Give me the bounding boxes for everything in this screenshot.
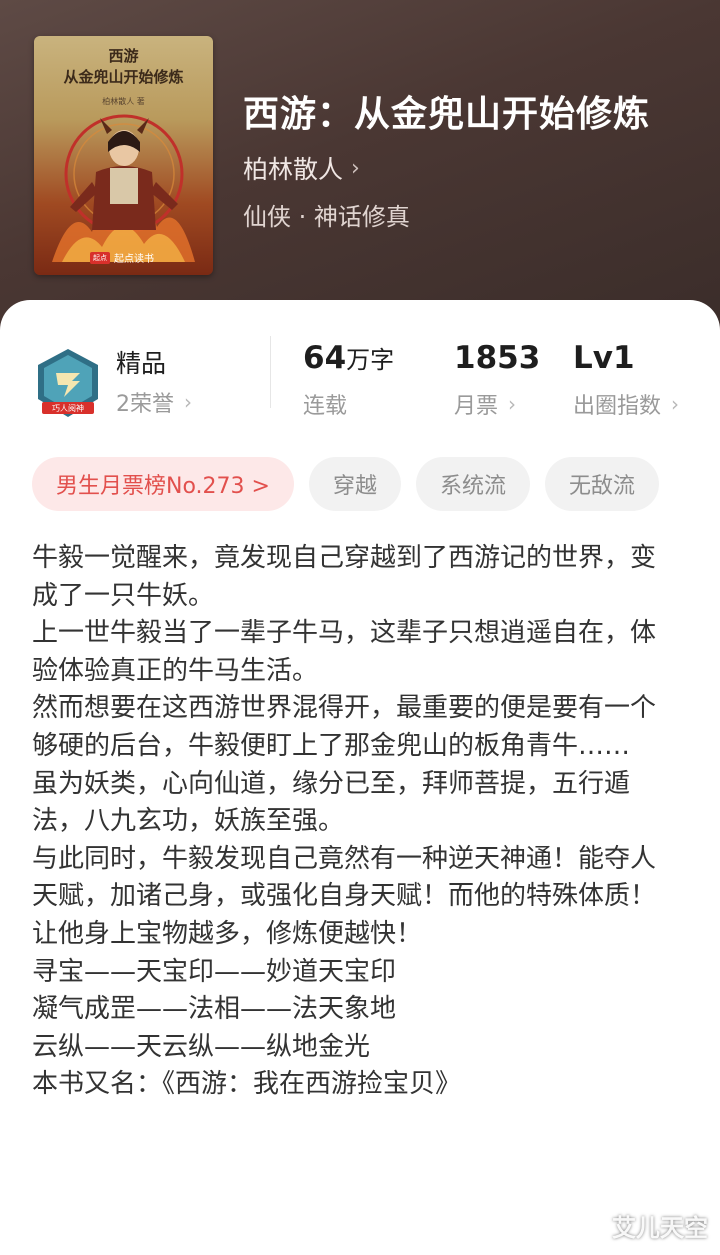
chevron-right-icon: › bbox=[671, 392, 680, 416]
chevron-right-icon: › bbox=[351, 155, 360, 181]
word-count: 64万字 bbox=[303, 340, 394, 376]
tag-row: 男生月票榜No.273 > 穿越 系统流 无敌流 bbox=[32, 457, 659, 511]
synopsis: 牛毅一觉醒来，竟发现自己穿越到了西游记的世界，变成了一只牛妖。 上一世牛毅当了一… bbox=[32, 540, 672, 1104]
synopsis-paragraph: 寻宝——天宝印——妙道天宝印 bbox=[32, 956, 397, 987]
book-header: 西游 从金兜山开始修炼 柏林散人 著 起点 起点读书 西游：从金兜山开始修炼 柏… bbox=[0, 0, 720, 330]
cover-author: 柏林散人 著 bbox=[102, 97, 145, 106]
synopsis-paragraph: 上一世牛毅当了一辈子牛马，这辈子只想逍遥自在，体验体验真正的牛马生活。 bbox=[32, 618, 657, 686]
author-name: 柏林散人 bbox=[243, 155, 344, 184]
stats-divider bbox=[270, 336, 271, 408]
tag-chip[interactable]: 穿越 bbox=[308, 457, 401, 511]
synopsis-paragraph: 凝气成罡——法相——法天象地 bbox=[32, 994, 397, 1025]
word-count-unit: 万字 bbox=[346, 346, 395, 374]
cover-illustration bbox=[52, 114, 195, 262]
synopsis-paragraph: 云纵——天云纵——纵地金光 bbox=[32, 1031, 371, 1062]
serial-status: 连载 bbox=[303, 394, 348, 419]
chevron-right-icon: › bbox=[184, 390, 192, 414]
monthly-votes-value: 1853 bbox=[454, 340, 541, 376]
honors-link[interactable]: 2荣誉 › bbox=[116, 386, 192, 418]
synopsis-paragraph: 虽为妖类，心向仙道，缘分已至，拜师菩提，五行遁法，八九玄功，妖族至强。 bbox=[32, 768, 631, 837]
popularity-level-value: Lv1 bbox=[573, 340, 635, 376]
monthly-votes-link[interactable]: 月票 › bbox=[454, 388, 516, 420]
synopsis-paragraph: 本书又名：《西游：我在西游捡宝贝》 bbox=[32, 1069, 462, 1100]
synopsis-paragraph: 与此同时，牛毅发现自己竟然有一种逆天神通！能夺人天赋，加诸己身，或强化自身天赋！… bbox=[32, 843, 657, 949]
author-link[interactable]: 柏林散人 › bbox=[243, 150, 360, 186]
synopsis-paragraph: 牛毅一觉醒来，竟发现自己穿越到了西游记的世界，变成了一只牛妖。 bbox=[32, 543, 657, 611]
chevron-right-icon: › bbox=[508, 392, 517, 416]
book-detail-card: 巧人阅神 精品 2荣誉 › 64万字 连载 1853 月票 › Lv1 出圈指数… bbox=[0, 300, 720, 1255]
stats-row: 巧人阅神 精品 2荣誉 › 64万字 连载 1853 月票 › Lv1 出圈指数… bbox=[0, 300, 720, 440]
cover-brand-name: 起点读书 bbox=[114, 254, 154, 265]
quality-label: 精品 bbox=[116, 349, 167, 378]
watermark: 艾儿天空 bbox=[612, 1214, 708, 1242]
monthly-votes: 1853 bbox=[454, 340, 540, 376]
popularity-index-label: 出圈指数 bbox=[573, 394, 662, 419]
tag-chip[interactable]: 无敌流 bbox=[544, 457, 659, 511]
word-count-value: 64 bbox=[303, 340, 347, 376]
cover-title-line1: 西游 bbox=[108, 47, 139, 65]
book-cover[interactable]: 西游 从金兜山开始修炼 柏林散人 著 起点 起点读书 bbox=[34, 36, 213, 275]
book-genre: 仙侠 · 神话修真 bbox=[243, 203, 410, 231]
cover-title-line2: 从金兜山开始修炼 bbox=[63, 68, 184, 86]
cover-title: 西游 从金兜山开始修炼 bbox=[34, 46, 213, 88]
honors-count: 2荣誉 bbox=[116, 392, 174, 417]
synopsis-paragraph: 然而想要在这西游世界混得开，最重要的便是要有一个够硬的后台，牛毅便盯上了那金兜山… bbox=[32, 693, 657, 761]
popularity-index-link[interactable]: 出圈指数 › bbox=[573, 388, 679, 420]
tag-chip[interactable]: 系统流 bbox=[415, 457, 530, 511]
qidian-logo-icon: 起点 bbox=[90, 251, 110, 264]
cover-brand: 起点 起点读书 bbox=[90, 250, 154, 265]
rank-tag[interactable]: 男生月票榜No.273 > bbox=[32, 457, 294, 511]
book-title: 西游：从金兜山开始修炼 bbox=[243, 93, 651, 135]
badge-caption: 巧人阅神 bbox=[52, 403, 84, 413]
popularity-level: Lv1 bbox=[573, 340, 635, 376]
quality-badge-icon[interactable]: 巧人阅神 bbox=[34, 347, 102, 419]
monthly-votes-label: 月票 bbox=[454, 394, 499, 419]
